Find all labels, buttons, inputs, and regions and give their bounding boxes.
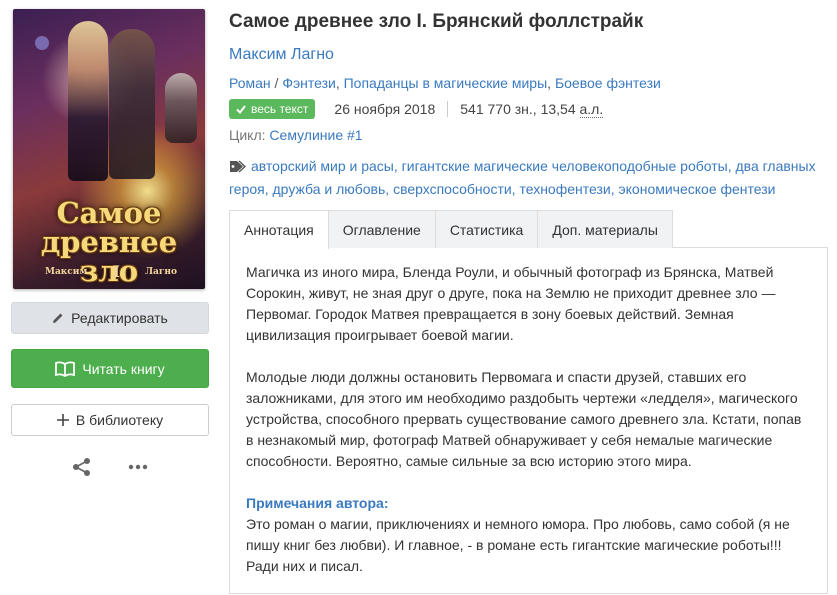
author-notes-heading: Примечания автора: (246, 495, 389, 511)
publish-date: 26 ноября 2018 (334, 101, 436, 117)
pencil-icon (52, 312, 64, 324)
cover-volume: I (112, 262, 120, 281)
full-text-badge: весь текст (229, 99, 316, 119)
annotation-paragraph-2: Молодые люди должны остановить Первомага… (246, 369, 802, 469)
genre-separator: , (547, 75, 555, 91)
cycle-label: Цикл: (229, 127, 266, 143)
add-to-library-button[interactable]: В библиотеку (11, 404, 209, 436)
cover-figure-woman (68, 21, 108, 181)
genre-link[interactable]: Фэнтези (282, 75, 336, 91)
genre-separator: , (335, 75, 344, 91)
plus-icon (56, 414, 69, 426)
cover-figure-skull (165, 73, 197, 143)
cover-author-row: Максим I Лагно (13, 262, 205, 281)
cycle-info: Цикл: Семулиние #1 (229, 126, 829, 144)
tab-contents[interactable]: Оглавление (328, 210, 436, 248)
genre-list: Роман / Фэнтези, Попаданцы в магические … (229, 74, 829, 92)
meta-divider (447, 101, 449, 117)
read-book-label: Читать книгу (82, 360, 165, 377)
tab-extra-materials[interactable]: Доп. материалы (538, 210, 673, 248)
check-icon (236, 104, 246, 114)
tab-annotation[interactable]: Аннотация (229, 210, 329, 249)
cover-title-line1: Самое (56, 196, 162, 230)
genre-link[interactable]: Роман (229, 75, 271, 91)
right-column: Самое древнее зло I. Брянский фоллстрайк… (229, 10, 829, 594)
genre-link[interactable]: Попаданцы в магические миры (344, 75, 548, 91)
book-cover[interactable]: Самое древнее зло Максим I Лагно (13, 9, 205, 289)
cover-author-last: Лагно (145, 267, 177, 277)
annotation-paragraph-1: Магичка из иного мира, Бленда Роули, и о… (246, 264, 776, 343)
cycle-link[interactable]: Семулиние #1 (269, 127, 362, 143)
genre-separator: / (270, 75, 283, 91)
book-title: Самое древнее зло I. Брянский фоллстрайк (229, 11, 644, 32)
tab-statistics[interactable]: Статистика (435, 210, 539, 248)
left-column: Самое древнее зло Максим I Лагно Редакти… (11, 9, 209, 477)
author-notes-text: Это роман о магии, приключениях и немног… (246, 516, 790, 574)
book-icon (55, 360, 76, 377)
edit-button[interactable]: Редактировать (11, 302, 209, 334)
tags-text[interactable]: авторский мир и расы, гигантские магичес… (229, 158, 816, 197)
book-size: 541 770 зн., 13,54 (460, 101, 576, 117)
meta-row: весь текст 26 ноября 2018 541 770 зн., 1… (229, 99, 829, 119)
add-to-library-label: В библиотеку (75, 412, 164, 428)
cover-planet (35, 36, 49, 50)
size-unit: а.л. (579, 100, 604, 118)
cover-author-first: Максим (45, 267, 88, 277)
share-icon[interactable] (72, 457, 92, 477)
share-row (11, 457, 209, 477)
more-options-icon[interactable] (128, 464, 148, 470)
genre-link[interactable]: Боевое фэнтези (555, 75, 661, 91)
annotation-panel: Магичка из иного мира, Бленда Роули, и о… (229, 248, 828, 594)
tab-bar: Аннотация Оглавление Статистика Доп. мат… (229, 210, 828, 249)
cover-figure-man (109, 29, 155, 179)
read-book-button[interactable]: Читать книгу (11, 349, 209, 388)
tags-list: авторский мир и расы, гигантские магичес… (229, 156, 825, 200)
tag-icon (229, 158, 247, 179)
full-text-badge-label: весь текст (251, 102, 309, 116)
author-link[interactable]: Максим Лагно (229, 45, 829, 65)
edit-button-label: Редактировать (71, 310, 168, 326)
